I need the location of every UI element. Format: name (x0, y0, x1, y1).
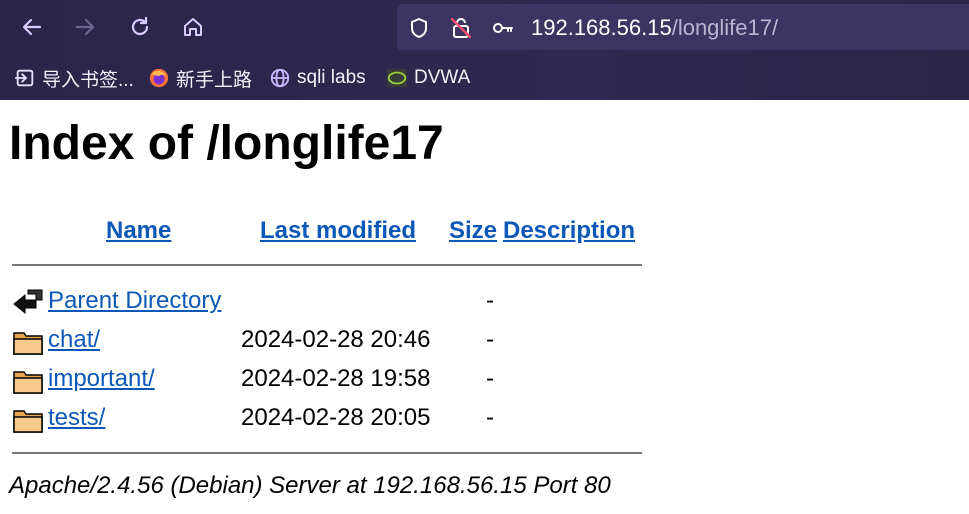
list-item-link[interactable]: tests/ (48, 404, 105, 432)
home-button[interactable] (177, 12, 209, 42)
server-signature: Apache/2.4.56 (Debian) Server at 192.168… (9, 472, 611, 499)
url-text[interactable]: 192.168.56.15/longlife17/ (531, 15, 778, 41)
forward-arrow-icon (75, 18, 95, 36)
folder-icon (13, 410, 43, 433)
list-item-size: - (486, 287, 494, 314)
list-item-link[interactable]: important/ (48, 365, 155, 393)
list-item-size: - (486, 404, 494, 431)
folder-icon (13, 332, 43, 355)
column-header-size[interactable]: Size (449, 217, 497, 245)
bookmark-label: 新手上路 (176, 69, 253, 91)
list-item-size: - (486, 326, 494, 353)
column-header-last-modified[interactable]: Last modified (260, 217, 416, 245)
divider (12, 452, 642, 454)
reload-icon (131, 16, 149, 36)
url-host: 192.168.56.15 (531, 15, 672, 40)
bookmark-label: sqli labs (297, 67, 366, 88)
list-item-modified: 2024-02-28 19:58 (241, 365, 431, 392)
browser-chrome: 192.168.56.15/longlife17/ 导入书签... 新手上路 s… (0, 0, 969, 100)
list-item-modified: 2024-02-28 20:05 (241, 404, 431, 431)
list-item-link[interactable]: Parent Directory (48, 287, 221, 315)
bookmark-import[interactable]: 导入书签... (14, 62, 134, 94)
page-title: Index of /longlife17 (9, 117, 444, 170)
column-header-name[interactable]: Name (106, 217, 171, 245)
bookmark-getting-started[interactable]: 新手上路 (148, 62, 252, 94)
bookmark-label: DVWA (414, 67, 471, 88)
bookmark-dvwa[interactable]: DVWA (386, 62, 470, 94)
address-bar[interactable]: 192.168.56.15/longlife17/ (397, 4, 969, 50)
navigation-toolbar: 192.168.56.15/longlife17/ (0, 0, 969, 54)
firefox-icon (149, 68, 169, 88)
list-item-link[interactable]: chat/ (48, 326, 100, 354)
back-arrow-icon (22, 18, 42, 36)
back-button[interactable] (16, 12, 48, 42)
list-item-modified: 2024-02-28 20:46 (241, 326, 431, 353)
list-item-size: - (486, 365, 494, 392)
bookmark-label: 导入书签... (42, 69, 134, 91)
folder-icon (13, 371, 43, 394)
insecure-lock-icon[interactable] (449, 16, 473, 40)
import-icon (14, 69, 34, 87)
bookmarks-toolbar: 导入书签... 新手上路 sqli labs DVWA (0, 62, 969, 94)
dvwa-icon (386, 68, 408, 88)
column-header-description[interactable]: Description (503, 217, 635, 245)
url-path: /longlife17/ (671, 15, 779, 40)
forward-button[interactable] (69, 12, 101, 42)
bookmark-sqli-labs[interactable]: sqli labs (269, 62, 366, 94)
directory-listing-page: Index of /longlife17 Name Last modified … (0, 100, 969, 514)
key-icon[interactable] (491, 16, 515, 40)
globe-icon (270, 68, 290, 88)
back-arrow-icon (13, 289, 43, 315)
home-icon (184, 18, 202, 36)
divider (12, 264, 642, 266)
reload-button[interactable] (124, 12, 156, 42)
shield-icon[interactable] (407, 16, 431, 40)
